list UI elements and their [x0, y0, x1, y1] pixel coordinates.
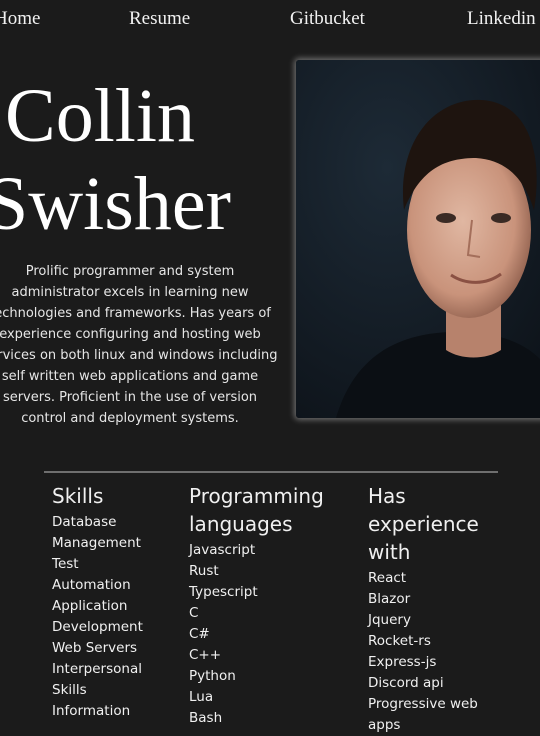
nav-linkedin-link[interactable]: Linkedin [467, 8, 536, 30]
language-item: C++ [189, 647, 222, 663]
top-nav: Home Resume Gitbucket Linkedin [0, 8, 540, 34]
language-item: C [189, 605, 199, 621]
skill-item: Development [52, 619, 143, 635]
language-item: Python [189, 668, 236, 684]
nav-resume-link[interactable]: Resume [129, 8, 190, 30]
skill-item: Interpersonal [52, 661, 142, 677]
section-divider [44, 471, 498, 473]
language-item: Bash [189, 710, 223, 726]
nav-gitbucket-link[interactable]: Gitbucket [290, 8, 365, 30]
experience-item: Progressive web apps [368, 696, 478, 733]
languages-title: Programming languages [189, 484, 324, 536]
bio-text: Prolific programmer and system administr… [0, 264, 278, 426]
experience-item: Rocket-rs [368, 633, 431, 649]
skill-item: Management [52, 535, 141, 551]
skills-title: Skills [52, 484, 104, 508]
skill-item: Application [52, 598, 128, 614]
experience-item: Discord api [368, 675, 444, 691]
language-item: Javascript [189, 542, 256, 558]
language-item: Typescript [189, 584, 258, 600]
experience-title: Has experience with [368, 484, 479, 564]
experience-column: Has experience with React Blazor Jquery … [368, 482, 508, 736]
language-item: Rust [189, 563, 219, 579]
skill-item: Test [52, 556, 79, 572]
profile-photo [296, 60, 540, 418]
experience-item: Express-js [368, 654, 437, 670]
languages-column: Programming languages Javascript Rust Ty… [189, 482, 354, 729]
experience-item: Jquery [368, 612, 411, 628]
experience-item: Blazor [368, 591, 411, 607]
skill-item: Skills [52, 682, 87, 698]
skill-item: Information [52, 703, 131, 719]
experience-item: React [368, 570, 407, 586]
language-item: C# [189, 626, 210, 642]
name-first: Collin [5, 74, 196, 158]
skills-column: Skills Database Management Test Automati… [52, 482, 182, 722]
portrait-image [296, 60, 540, 418]
skill-item: Automation [52, 577, 131, 593]
nav-home-link[interactable]: Home [0, 8, 40, 30]
name-last: Swisher [0, 162, 231, 246]
language-item: Lua [189, 689, 214, 705]
skill-item: Database [52, 514, 117, 530]
skill-item: Web Servers [52, 640, 138, 656]
